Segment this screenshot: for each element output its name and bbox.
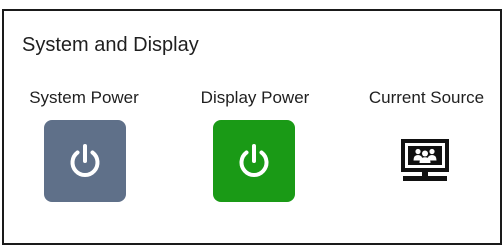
system-power-label: System Power xyxy=(29,88,139,107)
display-power-control: Display Power xyxy=(190,88,320,108)
system-power-button[interactable] xyxy=(44,120,126,202)
system-power-control: System Power xyxy=(22,88,146,108)
current-source-control: Current Source xyxy=(359,88,494,108)
system-display-panel: System and Display System Power Display … xyxy=(2,9,502,245)
current-source-button[interactable] xyxy=(398,136,452,186)
power-icon xyxy=(66,142,104,180)
current-source-label: Current Source xyxy=(368,88,485,107)
power-icon xyxy=(235,142,273,180)
display-power-label: Display Power xyxy=(200,88,310,107)
presentation-screen-icon xyxy=(398,139,452,190)
panel-title: System and Display xyxy=(22,34,199,56)
display-power-button[interactable] xyxy=(213,120,295,202)
